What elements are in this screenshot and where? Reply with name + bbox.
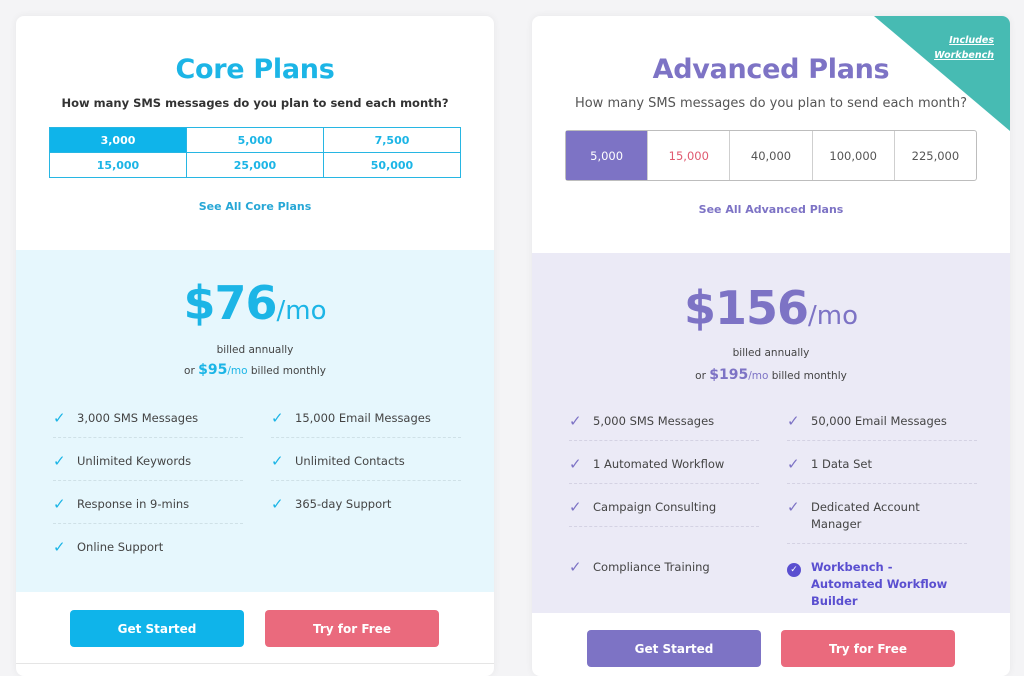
- advanced-option-100000[interactable]: 100,000: [813, 131, 895, 180]
- core-option-15000[interactable]: 15,000: [50, 153, 187, 177]
- advanced-feature-item: ✓ 1 Data Set: [787, 456, 977, 484]
- advanced-feature-item-highlight: ✓ Workbench - Automated Workflow Builder: [787, 559, 967, 620]
- advanced-feature-label: Campaign Consulting: [593, 500, 717, 514]
- core-plans-card: Core Plans How many SMS messages do you …: [16, 16, 494, 676]
- core-or-text: or: [184, 365, 195, 377]
- core-feature-label: Unlimited Contacts: [295, 454, 405, 468]
- advanced-price-amount: $156: [683, 281, 809, 335]
- advanced-option-15000[interactable]: 15,000: [648, 131, 731, 180]
- advanced-monthly-price: $195: [709, 367, 749, 383]
- core-monthly-price: $95: [198, 362, 228, 378]
- core-price-unit: /mo: [276, 296, 327, 326]
- advanced-feature-label: Workbench - Automated Workflow Builder: [811, 560, 948, 608]
- core-price: $76/mo: [16, 276, 494, 330]
- core-feature-label: 3,000 SMS Messages: [77, 411, 199, 425]
- advanced-feature-label: 1 Data Set: [811, 457, 872, 471]
- advanced-feature-item: ✓ 1 Automated Workflow: [569, 456, 759, 484]
- check-circle-icon: ✓: [787, 559, 811, 577]
- core-feature-item: ✓ 365-day Support: [271, 496, 461, 523]
- checkmark-icon: ✓: [569, 558, 582, 576]
- advanced-feature-label: 5,000 SMS Messages: [593, 414, 715, 428]
- core-feature-item: ✓ 15,000 Email Messages: [271, 410, 461, 438]
- advanced-try-for-free-button[interactable]: Try for Free: [781, 630, 955, 667]
- core-monthly-unit: /mo: [227, 365, 248, 377]
- advanced-feature-item: ✓ 50,000 Email Messages: [787, 413, 977, 441]
- advanced-billed-annually: billed annually: [732, 347, 810, 359]
- advanced-plans-card: Includes Workbench Advanced Plans How ma…: [532, 16, 1010, 676]
- advanced-get-started-button[interactable]: Get Started: [587, 630, 761, 667]
- core-price-amount: $76: [183, 276, 277, 330]
- core-billed-annually: billed annually: [216, 344, 294, 356]
- core-sms-question: How many SMS messages do you plan to sen…: [61, 96, 449, 110]
- checkmark-icon: ✓: [53, 495, 66, 513]
- checkmark-icon: ✓: [271, 495, 284, 513]
- badge-includes-text[interactable]: Includes: [949, 35, 994, 46]
- advanced-plans-title: Advanced Plans: [652, 54, 890, 85]
- see-all-core-plans-link[interactable]: See All Core Plans: [16, 200, 494, 213]
- core-feature-label: Response in 9-mins: [77, 497, 190, 511]
- core-feature-item: ✓ Unlimited Keywords: [53, 453, 243, 481]
- advanced-feature-label: 1 Automated Workflow: [593, 457, 725, 471]
- core-feature-label: 365-day Support: [295, 497, 392, 511]
- advanced-feature-label: 50,000 Email Messages: [811, 414, 947, 428]
- checkmark-icon: ✓: [569, 455, 582, 473]
- checkmark-icon: ✓: [787, 455, 800, 473]
- advanced-monthly-price-line: or $195/mo billed monthly: [532, 367, 1010, 383]
- advanced-price-unit: /mo: [808, 301, 859, 331]
- core-feature-item: ✓ 3,000 SMS Messages: [53, 410, 243, 438]
- checkmark-icon: ✓: [53, 538, 66, 556]
- advanced-billed-monthly: billed monthly: [771, 370, 847, 382]
- core-plans-title: Core Plans: [175, 54, 335, 85]
- advanced-feature-label: Compliance Training: [593, 560, 710, 574]
- core-feature-label: Unlimited Keywords: [77, 454, 192, 468]
- core-feature-item: ✓ Online Support: [53, 539, 243, 566]
- advanced-feature-item: ✓ Compliance Training: [569, 559, 759, 586]
- advanced-sms-volume-selector: 5,000 15,000 40,000 100,000 225,000: [565, 130, 977, 181]
- core-monthly-price-line: or $95/mo billed monthly: [16, 362, 494, 378]
- checkmark-icon: ✓: [569, 412, 582, 430]
- checkmark-icon: ✓: [787, 498, 800, 516]
- advanced-option-40000[interactable]: 40,000: [730, 131, 813, 180]
- core-sms-volume-selector: 3,000 5,000 7,500 15,000 25,000 50,000: [49, 127, 461, 178]
- checkmark-icon: ✓: [53, 409, 66, 427]
- checkmark-icon: ✓: [787, 412, 800, 430]
- core-option-7500[interactable]: 7,500: [324, 128, 460, 153]
- core-feature-item: ✓ Response in 9-mins: [53, 496, 243, 524]
- core-option-5000[interactable]: 5,000: [187, 128, 324, 153]
- checkmark-icon: ✓: [271, 452, 284, 470]
- advanced-option-5000[interactable]: 5,000: [566, 131, 649, 180]
- core-try-for-free-button[interactable]: Try for Free: [265, 610, 439, 647]
- advanced-price-panel: $156/mo billed annually or $195/mo bille…: [532, 253, 1010, 613]
- advanced-price: $156/mo: [532, 281, 1010, 335]
- core-feature-label: Online Support: [77, 540, 164, 554]
- see-all-advanced-plans-link[interactable]: See All Advanced Plans: [532, 203, 1010, 216]
- core-option-25000[interactable]: 25,000: [187, 153, 324, 177]
- divider: [16, 663, 494, 664]
- checkmark-icon: ✓: [53, 452, 66, 470]
- advanced-feature-item: ✓ Dedicated Account Manager: [787, 499, 967, 544]
- checkmark-icon: ✓: [271, 409, 284, 427]
- checkmark-icon: ✓: [569, 498, 582, 516]
- core-price-panel: $76/mo billed annually or $95/mo billed …: [16, 250, 494, 592]
- core-feature-item: ✓ Unlimited Contacts: [271, 453, 461, 481]
- core-feature-label: 15,000 Email Messages: [295, 411, 431, 425]
- advanced-sms-question: How many SMS messages do you plan to sen…: [574, 96, 968, 111]
- core-billed-monthly: billed monthly: [250, 365, 326, 377]
- advanced-or-text: or: [695, 370, 706, 382]
- core-option-3000[interactable]: 3,000: [50, 128, 187, 153]
- advanced-feature-label: Dedicated Account Manager: [811, 500, 920, 531]
- core-option-50000[interactable]: 50,000: [324, 153, 460, 177]
- core-get-started-button[interactable]: Get Started: [70, 610, 244, 647]
- advanced-monthly-unit: /mo: [748, 370, 769, 382]
- advanced-option-225000[interactable]: 225,000: [895, 131, 976, 180]
- advanced-feature-item: ✓ Campaign Consulting: [569, 499, 759, 527]
- advanced-feature-item: ✓ 5,000 SMS Messages: [569, 413, 759, 441]
